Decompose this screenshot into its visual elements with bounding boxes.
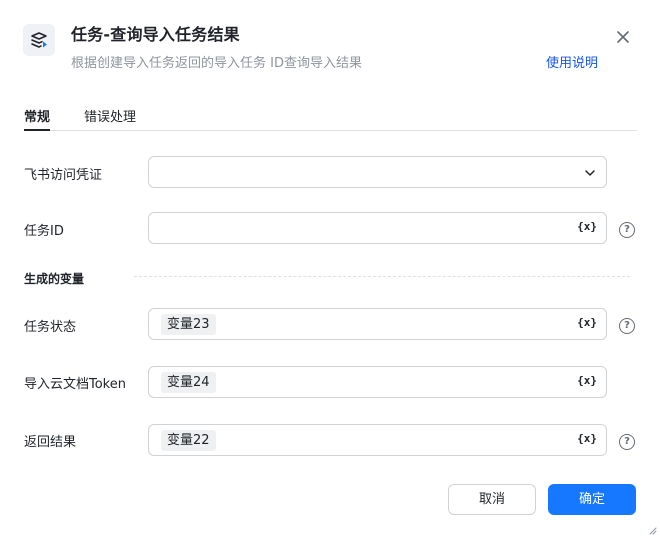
- resize-grip-icon[interactable]: [647, 525, 657, 535]
- credential-label: 飞书访问凭证: [24, 168, 103, 183]
- variable-insert-icon[interactable]: {x}: [577, 432, 597, 445]
- tab-bar: 常规 错误处理: [24, 106, 637, 131]
- close-button[interactable]: [612, 26, 634, 48]
- variable-insert-icon[interactable]: {x}: [577, 374, 597, 387]
- usage-guide-link[interactable]: 使用说明: [546, 52, 598, 71]
- variable-insert-icon[interactable]: {x}: [577, 220, 597, 233]
- credential-select[interactable]: [148, 156, 607, 188]
- close-icon: [617, 31, 629, 43]
- help-icon[interactable]: ?: [619, 318, 635, 334]
- task-status-label: 任务状态: [24, 320, 77, 335]
- task-id-label: 任务ID: [24, 224, 64, 239]
- task-status-input[interactable]: 变量23 {x}: [148, 308, 607, 340]
- import-task-icon: [23, 24, 55, 56]
- result-input[interactable]: 变量22 {x}: [148, 424, 607, 456]
- variable-chip[interactable]: 变量23: [161, 314, 216, 335]
- section-divider: [134, 276, 630, 277]
- token-label: 导入云文档Token: [24, 377, 126, 392]
- chevron-down-icon: [585, 170, 595, 176]
- help-icon[interactable]: ?: [619, 222, 635, 238]
- generated-variables-title: 生成的变量: [24, 272, 85, 286]
- cancel-button[interactable]: 取消: [448, 484, 536, 515]
- tab-error-handling[interactable]: 错误处理: [84, 106, 136, 131]
- variable-chip[interactable]: 变量24: [161, 372, 216, 393]
- tab-general[interactable]: 常规: [24, 106, 51, 131]
- variable-chip[interactable]: 变量22: [161, 430, 216, 451]
- token-input[interactable]: 变量24 {x}: [148, 366, 607, 398]
- confirm-button[interactable]: 确定: [548, 484, 636, 515]
- dialog-subtitle: 根据创建导入任务返回的导入任务 ID查询导入结果: [71, 56, 362, 71]
- dialog-title: 任务-查询导入任务结果: [71, 25, 240, 44]
- task-id-input[interactable]: {x}: [148, 212, 607, 244]
- variable-insert-icon[interactable]: {x}: [577, 316, 597, 329]
- help-icon[interactable]: ?: [619, 434, 635, 450]
- result-label: 返回结果: [24, 435, 77, 450]
